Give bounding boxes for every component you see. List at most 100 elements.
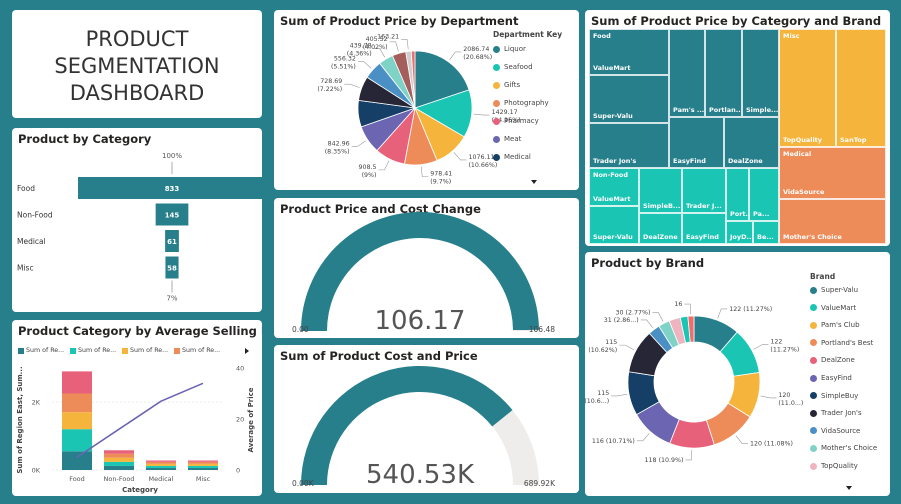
treemap-cell[interactable]: Super-Valu	[589, 206, 639, 244]
category-funnel-chart[interactable]: 100% Food 833 Non-Food 145 Medical 61 Misc 58 7%	[12, 128, 262, 312]
treemap-cell[interactable]: Portlan...	[705, 29, 742, 117]
brand-data-label: 116 (10.71%)	[592, 438, 635, 445]
dept-leader-line	[449, 51, 462, 61]
x-tick-label: Medical	[149, 475, 174, 483]
treemap-card[interactable]: Sum of Product Price by Category and Bra…	[585, 10, 890, 246]
treemap-cell[interactable]: Simple...	[742, 29, 779, 117]
dept-legend-item[interactable]: Meat	[493, 135, 521, 143]
stacked-bar-segment	[62, 451, 92, 470]
treemap-cell[interactable]: SanTop	[836, 29, 886, 147]
legend-dot	[810, 321, 817, 329]
treemap-cell[interactable]: ValueMart	[589, 168, 639, 206]
gauge-min-label: 0.00K	[292, 479, 315, 488]
brand-data-label: 118 (10.9%)	[645, 457, 684, 464]
avg-price-card[interactable]: Product Category by Average Selling Pric…	[12, 320, 262, 496]
treemap-cell[interactable]: VidaSource	[779, 147, 886, 199]
treemap-cell-label: EasyFind	[686, 233, 719, 241]
brand-data-label-pct: (10.6...)	[585, 398, 609, 405]
stacked-bar-segment	[146, 460, 176, 462]
legend-label: Mother's Choice	[821, 444, 878, 453]
legend-label: Meat	[504, 135, 522, 143]
treemap-cell[interactable]: ValueMart	[589, 29, 669, 75]
dept-legend-item[interactable]: Liquor	[493, 45, 526, 53]
treemap-cell-label: Portlan...	[709, 106, 742, 114]
treemap-cell[interactable]: Mother's Choice	[779, 199, 886, 244]
brand-legend-item[interactable]: Trader Jon's	[810, 409, 862, 417]
dept-legend-title: Department Key	[493, 30, 563, 39]
treemap-cell[interactable]: DealZone	[724, 117, 779, 168]
treemap-cell[interactable]: Trader J...	[682, 168, 726, 213]
brand-donut-card[interactable]: Product by Brand 122 (11.27%) 122 (11.27%)…	[585, 252, 890, 496]
legend-label: Pam's Club	[821, 321, 860, 330]
legend-dot	[810, 374, 817, 382]
dept-legend-item[interactable]: Medical	[493, 153, 531, 161]
stacked-bar-segment	[146, 467, 176, 470]
brand-legend-scroll-icon[interactable]	[846, 486, 852, 490]
treemap-cell[interactable]: JoyD...	[726, 221, 753, 244]
x-axis-label: Category	[122, 486, 158, 494]
treemap-cell-label: Pam's ...	[673, 106, 705, 114]
treemap-cell[interactable]: Be...	[753, 221, 779, 244]
treemap-cell[interactable]: EasyFind	[682, 213, 726, 244]
brand-legend-item[interactable]: Pam's Club	[810, 321, 860, 329]
brand-legend-item[interactable]: TopQuality	[810, 462, 858, 470]
treemap-cell[interactable]: Trader Jon's	[589, 123, 669, 168]
treemap-cell-label: TopQuality	[783, 136, 823, 144]
brand-leader-line	[619, 344, 635, 351]
brand-legend-item[interactable]: Super-Valu	[810, 286, 858, 294]
legend-scroll-down-icon[interactable]	[531, 180, 537, 184]
avg-price-chart[interactable]: Sum of Region East, Sum... Average of Pri…	[12, 320, 262, 496]
treemap-cell-label: DealZone	[728, 157, 763, 165]
gauge-cost-chart[interactable]: 540.53K 0.00K 689.92K	[274, 345, 579, 493]
legend-dot	[810, 304, 817, 312]
treemap-cell-label: VidaSource	[783, 188, 825, 196]
brand-legend-item[interactable]: ValueMart	[810, 304, 856, 312]
treemap-cell[interactable]: TopQuality	[779, 29, 836, 147]
dept-data-label: 1429.17	[492, 109, 518, 116]
brand-legend-item[interactable]: VidaSource	[810, 427, 860, 435]
treemap-chart[interactable]: Food ValueMart Super-Valu Trader Jon's Pam's…	[589, 29, 886, 244]
brand-legend-item[interactable]: Mother's Choice	[810, 444, 877, 452]
treemap-cell[interactable]: Super-Valu	[589, 75, 669, 123]
brand-legend-item[interactable]: SimpleBuy	[810, 392, 858, 400]
brand-leader-line	[652, 312, 664, 322]
stacked-bar-segment	[188, 463, 218, 466]
treemap-cell[interactable]: DealZone	[639, 213, 682, 244]
legend-dot	[493, 63, 500, 71]
stacked-bar-segment	[146, 463, 176, 466]
dept-legend-item[interactable]: Photography	[493, 99, 549, 107]
treemap-cell[interactable]: Pa...	[749, 168, 779, 221]
y-left-tick: 0K	[32, 467, 41, 475]
dept-pie-card[interactable]: Sum of Product Price by Department 2086.…	[274, 10, 579, 190]
brand-legend-title: Brand	[810, 272, 836, 281]
brand-leader-line	[685, 449, 693, 461]
gauge-cost-card[interactable]: Sum of Product Cost and Price 540.53K 0.0…	[274, 345, 579, 493]
brand-legend-item[interactable]: Portland's Best	[810, 339, 873, 347]
brand-data-label: 120	[778, 392, 790, 399]
treemap-cell[interactable]: EasyFind	[669, 117, 724, 168]
legend-dot	[810, 409, 817, 417]
brand-leader-line	[636, 433, 650, 442]
dept-legend-item[interactable]: Pharmacy	[493, 117, 539, 125]
stacked-bar-segment	[104, 453, 134, 458]
stacked-bar-segment	[146, 461, 176, 464]
treemap-cell-label: Super-Valu	[593, 112, 633, 120]
legend-dot	[810, 444, 817, 452]
treemap-cell[interactable]: Port...	[726, 168, 749, 221]
legend-label: Trader Jon's	[821, 409, 862, 418]
treemap-cell-label: ValueMart	[593, 64, 631, 72]
gauge-change-chart[interactable]: 106.17 0.00 106.48	[274, 198, 579, 338]
dept-legend-item[interactable]: Seafood	[493, 63, 533, 71]
y-right-tick: 20	[236, 416, 244, 424]
brand-legend-item[interactable]: EasyFind	[810, 374, 852, 382]
x-tick-label: Misc	[196, 475, 211, 483]
treemap-cell[interactable]: SimpleB...	[639, 168, 682, 213]
treemap-cell[interactable]: Pam's ...	[669, 29, 705, 117]
dept-legend-item[interactable]: Gifts	[493, 81, 520, 89]
treemap-cell-label: Simple...	[746, 106, 779, 114]
brand-legend-item[interactable]: DealZone	[810, 356, 855, 364]
brand-data-label: 122	[770, 339, 782, 346]
brand-leader-line	[760, 395, 777, 399]
category-funnel-card[interactable]: Product by Category 100% Food 833 Non-Food 1…	[12, 128, 262, 312]
gauge-change-card[interactable]: Product Price and Cost Change 106.17 0.00…	[274, 198, 579, 338]
